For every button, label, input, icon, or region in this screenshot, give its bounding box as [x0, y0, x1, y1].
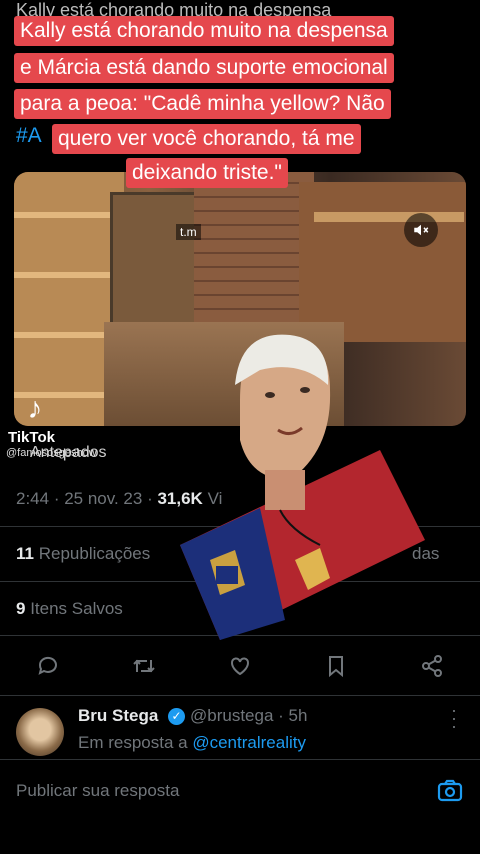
tweet-action-bar — [0, 646, 480, 686]
hashtag-link[interactable]: #A — [16, 124, 42, 148]
verified-badge-icon: ✓ — [168, 708, 185, 725]
faded-caption-text: Kally está chorando muito na despensa — [16, 0, 332, 16]
in-reply-to-link[interactable]: @centralreality — [192, 733, 306, 752]
tiktok-logo-icon: ♪ — [27, 392, 43, 425]
repost-icon[interactable] — [124, 646, 164, 686]
video-shelf-board — [314, 212, 464, 222]
like-icon[interactable] — [220, 646, 260, 686]
caption-line-1: Kally está chorando muito na despensa — [14, 16, 394, 46]
video-brick-wall — [194, 172, 314, 322]
more-options-icon[interactable]: · · · — [446, 701, 462, 735]
speaker-mute-icon[interactable] — [404, 213, 438, 247]
avatar[interactable] — [16, 708, 64, 756]
caption-line-5: deixando triste." — [126, 158, 288, 188]
divider — [0, 695, 480, 696]
reply-author-handle[interactable]: @brustega · 5h — [190, 706, 307, 726]
caption-line-4: quero ver você chorando, tá me — [52, 124, 361, 154]
video-overlay-text: t.m — [176, 224, 201, 240]
saves-count[interactable]: 9 Itens Salvos — [16, 599, 123, 619]
reply-icon[interactable] — [28, 646, 68, 686]
in-reply-to: Em resposta a @centralreality — [78, 733, 306, 752]
person-cutout-image — [180, 334, 425, 640]
camera-icon[interactable] — [436, 777, 464, 805]
video-shelf-right — [299, 182, 466, 342]
reply-author-name[interactable]: Bru Stega — [78, 706, 158, 726]
caption-line-3: para a peoa: "Cadê minha yellow? Não — [14, 89, 391, 119]
tiktok-username: @famososgeshow — [6, 447, 97, 459]
caption-line-2: e Márcia está dando suporte emocional — [14, 53, 394, 83]
share-icon[interactable] — [412, 646, 452, 686]
reply-composer-input[interactable]: Publicar sua resposta — [16, 781, 179, 801]
reposts-count[interactable]: 11 Republicações — [16, 544, 150, 564]
divider — [0, 759, 480, 760]
bookmark-icon[interactable] — [316, 646, 356, 686]
